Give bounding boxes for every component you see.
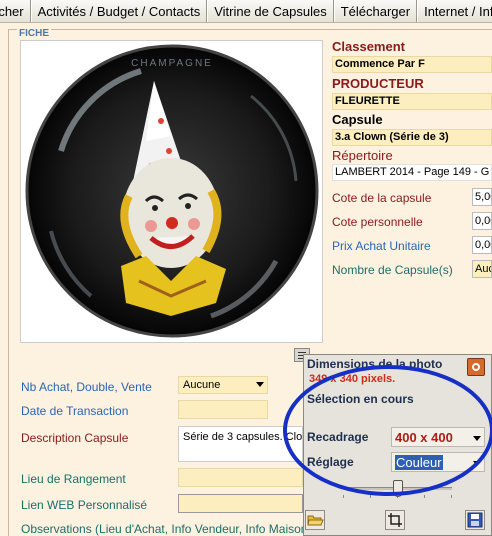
tab-rechercher[interactable]: rcher [0,0,31,22]
lien-web-label: Lien WEB Personnalisé [21,498,148,512]
tab-bar: rcher Activités / Budget / Contacts Vitr… [0,0,492,23]
date-transaction-field[interactable] [178,400,268,419]
description-label: Description Capsule [21,431,129,445]
slider-tick [424,495,425,498]
reglage-label: Réglage [307,455,354,469]
capsule-image: CHAMPAGNE [25,44,319,338]
chevron-down-icon [256,382,264,387]
classement-label: Classement [332,39,405,54]
tab-vitrine-de-capsules[interactable]: Vitrine de Capsules [207,0,334,22]
nb-achat-label: Nb Achat, Double, Vente [21,380,152,394]
date-transaction-label: Date de Transaction [21,404,129,418]
producteur-value[interactable]: FLEURETTE [332,93,492,110]
tab-telecharger[interactable]: Télécharger [333,0,418,22]
cote-personnelle-label: Cote personnelle [332,215,423,229]
nombre-capsules-field[interactable]: Aucune [472,260,492,278]
recadrage-value: 400 x 400 [395,430,453,445]
observations-label: Observations (Lieu d'Achat, Info Vendeur… [21,522,303,536]
recadrage-label: Recadrage [307,430,369,444]
photo-dimensions-value: 349 x 340 pixels. [309,373,396,385]
tab-activites-budget-contacts[interactable]: Activités / Budget / Contacts [30,0,208,22]
nombre-capsules-label: Nombre de Capsule(s) [332,263,453,277]
lieu-rangement-label: Lieu de Rangement [21,472,126,486]
power-icon[interactable] [467,358,485,376]
chevron-down-icon [473,461,481,466]
save-button[interactable] [465,510,485,530]
lieu-rangement-field[interactable] [178,468,303,487]
recadrage-select[interactable]: 400 x 400 [391,427,485,447]
description-field[interactable]: Série de 3 capsules. Clown [178,426,303,462]
photo-dimensions-popup: Dimensions de la photo 349 x 340 pixels.… [303,354,492,536]
repertoire-label: Répertoire [332,148,393,163]
lien-web-field[interactable] [178,494,303,513]
adjust-slider-thumb[interactable] [392,480,403,497]
open-folder-icon [307,515,324,526]
capsule-value[interactable]: 3.a Clown (Série de 3) [332,129,492,146]
svg-text:CHAMPAGNE: CHAMPAGNE [131,58,213,69]
nb-achat-value: Aucune [183,379,221,391]
slider-tick [343,495,344,498]
prix-achat-field[interactable]: 0,00 [472,236,492,254]
producteur-label: PRODUCTEUR [332,76,424,91]
slider-tick [451,495,452,498]
classement-value[interactable]: Commence Par F [332,56,492,73]
nb-achat-select[interactable]: Aucune [178,376,268,394]
cote-capsule-label: Cote de la capsule [332,191,432,205]
cote-personnelle-field[interactable]: 0,00 [472,212,492,230]
capsule-photo[interactable]: CHAMPAGNE [20,40,323,343]
selection-heading: Sélection en cours [307,392,414,406]
popup-title: Dimensions de la photo [307,357,443,371]
repertoire-value[interactable]: LAMBERT 2014 - Page 149 - G [332,164,492,181]
save-disk-icon [467,512,483,528]
open-folder-button[interactable] [305,510,325,530]
crop-button[interactable] [385,510,405,530]
crop-icon [388,513,402,527]
cote-capsule-field[interactable]: 5,00 [472,188,492,206]
prix-achat-label: Prix Achat Unitaire [332,239,431,253]
reglage-select[interactable]: Couleur [391,452,485,472]
fiche-group-label: FICHE [17,28,51,39]
capsule-label: Capsule [332,112,383,127]
tab-internet-info[interactable]: Internet / Inf [417,0,492,22]
slider-tick [370,495,371,498]
reglage-value: Couleur [395,455,443,470]
chevron-down-icon [473,436,481,441]
